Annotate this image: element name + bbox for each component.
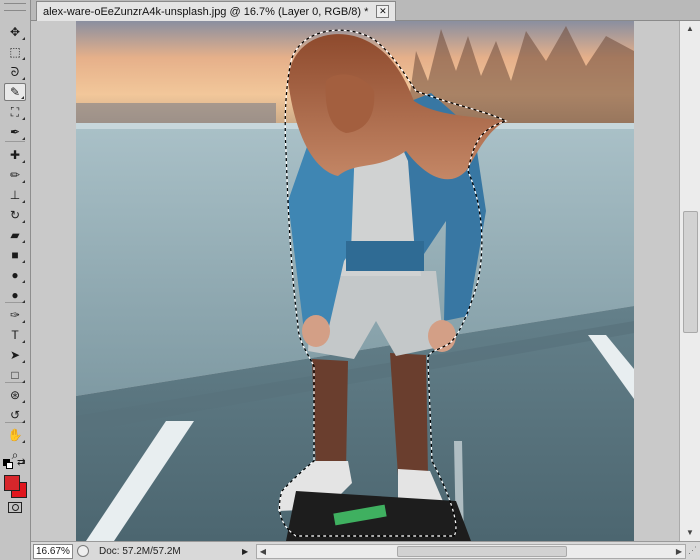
- rectangle-shape-icon: □: [11, 368, 19, 382]
- status-menu-arrow-icon[interactable]: ▶: [242, 547, 252, 556]
- hand-tool[interactable]: ✋: [4, 426, 26, 444]
- dodge-tool[interactable]: ●: [4, 286, 26, 304]
- flyout-indicator: [22, 420, 25, 423]
- flyout-indicator: [22, 240, 25, 243]
- flyout-indicator: [22, 280, 25, 283]
- 3d-rotate-icon: ⊛: [9, 388, 21, 402]
- move-icon: ✥: [9, 25, 21, 39]
- shape-tool[interactable]: □: [4, 366, 26, 384]
- quick-selection-tool[interactable]: ✎: [4, 83, 26, 101]
- scroll-up-arrow-icon[interactable]: ▲: [680, 21, 700, 37]
- document-title: alex-ware-oEeZunzrA4k-unsplash.jpg @ 16.…: [43, 5, 369, 18]
- document-tab-bar: alex-ware-oEeZunzrA4k-unsplash.jpg @ 16.…: [31, 0, 700, 21]
- flyout-indicator: [22, 340, 25, 343]
- clone-stamp-tool[interactable]: ⊥: [4, 186, 26, 204]
- status-info-icon[interactable]: [77, 545, 89, 557]
- history-brush-icon: ↻: [9, 208, 21, 222]
- eraser-tool[interactable]: ▰: [4, 226, 26, 244]
- flyout-indicator: [22, 160, 25, 163]
- bandage-icon: ✚: [9, 148, 21, 162]
- lasso-icon: ᘐ: [10, 65, 20, 79]
- 3d-orbit-tool[interactable]: ↺: [4, 406, 26, 424]
- scroll-right-arrow-icon[interactable]: ▶: [673, 545, 685, 558]
- scroll-down-arrow-icon[interactable]: ▼: [680, 525, 700, 541]
- eyedropper-tool[interactable]: ✒: [4, 123, 26, 141]
- pen-tool[interactable]: ✑: [4, 306, 26, 324]
- quick-mask-button[interactable]: [4, 498, 26, 516]
- photo-skateboarder: [76, 21, 634, 541]
- stamp-icon: ⊥: [9, 188, 21, 202]
- flyout-indicator: [22, 200, 25, 203]
- healing-brush-tool[interactable]: ✚: [4, 146, 26, 164]
- flyout-indicator: [22, 180, 25, 183]
- lasso-tool[interactable]: ᘐ: [4, 63, 26, 81]
- swap-colors-icon[interactable]: ⇄: [17, 457, 25, 468]
- marquee-tool[interactable]: ⬚: [4, 43, 26, 61]
- tool-separator: [5, 141, 25, 142]
- history-brush-tool[interactable]: ↻: [4, 206, 26, 224]
- resize-grip-icon[interactable]: ⋰: [688, 545, 700, 557]
- flyout-indicator: [21, 96, 24, 99]
- flyout-indicator: [22, 57, 25, 60]
- droplet-icon: ●: [11, 268, 19, 282]
- horizontal-scrollbar[interactable]: ◀ ▶: [256, 543, 686, 559]
- quick-mask-icon: [8, 501, 22, 513]
- status-bar: 16.67% Doc: 57.2M/57.2M ▶ ◀ ▶ ⋰: [31, 541, 700, 560]
- flyout-indicator: [22, 400, 25, 403]
- scroll-left-arrow-icon[interactable]: ◀: [257, 545, 269, 558]
- eyedropper-icon: ✒: [9, 125, 21, 139]
- flyout-indicator: [22, 380, 25, 383]
- panel-grip[interactable]: [4, 3, 26, 11]
- type-tool[interactable]: T: [4, 326, 26, 344]
- vertical-scroll-thumb[interactable]: [683, 211, 698, 333]
- flyout-indicator: [22, 440, 25, 443]
- brush-tool[interactable]: ✏: [4, 166, 26, 184]
- flyout-indicator: [22, 300, 25, 303]
- type-icon: T: [11, 328, 19, 342]
- flyout-indicator: [22, 220, 25, 223]
- brush-icon: ✏: [9, 168, 21, 182]
- eraser-icon: ▰: [10, 228, 20, 242]
- flyout-indicator: [22, 77, 25, 80]
- flyout-indicator: [22, 360, 25, 363]
- move-tool[interactable]: ✥: [4, 23, 26, 41]
- flyout-indicator: [22, 260, 25, 263]
- quick-selection-icon: ✎: [9, 85, 21, 99]
- crop-icon: ⛶: [10, 105, 20, 119]
- blur-tool[interactable]: ●: [4, 266, 26, 284]
- flyout-indicator: [22, 320, 25, 323]
- rect-marquee-icon: ⬚: [9, 45, 21, 59]
- flyout-indicator: [22, 137, 25, 140]
- hand-icon: ✋: [7, 428, 23, 442]
- canvas-area[interactable]: [31, 21, 679, 541]
- flyout-indicator: [22, 117, 25, 120]
- close-icon[interactable]: ✕: [376, 5, 390, 18]
- path-selection-tool[interactable]: ➤: [4, 346, 26, 364]
- foreground-color-swatch[interactable]: [4, 475, 20, 491]
- gradient-tool[interactable]: ■: [4, 246, 26, 264]
- tools-panel: ✥ ⬚ ᘐ ✎ ⛶ ✒ ✚ ✏ ⊥ ↻ ▰ ■ ● ● ✑ T ➤ □ ⊛ ↺ ✋ ⌕ ⇄: [0, 0, 31, 560]
- 3d-orbit-icon: ↺: [9, 408, 21, 422]
- default-colors-icon[interactable]: [3, 459, 13, 469]
- gradient-icon: ■: [11, 248, 19, 262]
- document-size-info: Doc: 57.2M/57.2M: [99, 545, 181, 557]
- pen-icon: ✑: [9, 308, 21, 322]
- flyout-indicator: [22, 37, 25, 40]
- 3d-rotate-tool[interactable]: ⊛: [4, 386, 26, 404]
- arrow-pointer-icon: ➤: [9, 348, 21, 362]
- document-tab[interactable]: alex-ware-oEeZunzrA4k-unsplash.jpg @ 16.…: [36, 1, 397, 21]
- horizontal-scroll-thumb[interactable]: [397, 545, 567, 557]
- zoom-level-field[interactable]: 16.67%: [33, 543, 73, 559]
- vertical-scrollbar[interactable]: ▲ ▼: [679, 21, 700, 541]
- dodge-icon: ●: [11, 288, 19, 302]
- document-image[interactable]: [76, 21, 634, 541]
- crop-tool[interactable]: ⛶: [4, 103, 26, 121]
